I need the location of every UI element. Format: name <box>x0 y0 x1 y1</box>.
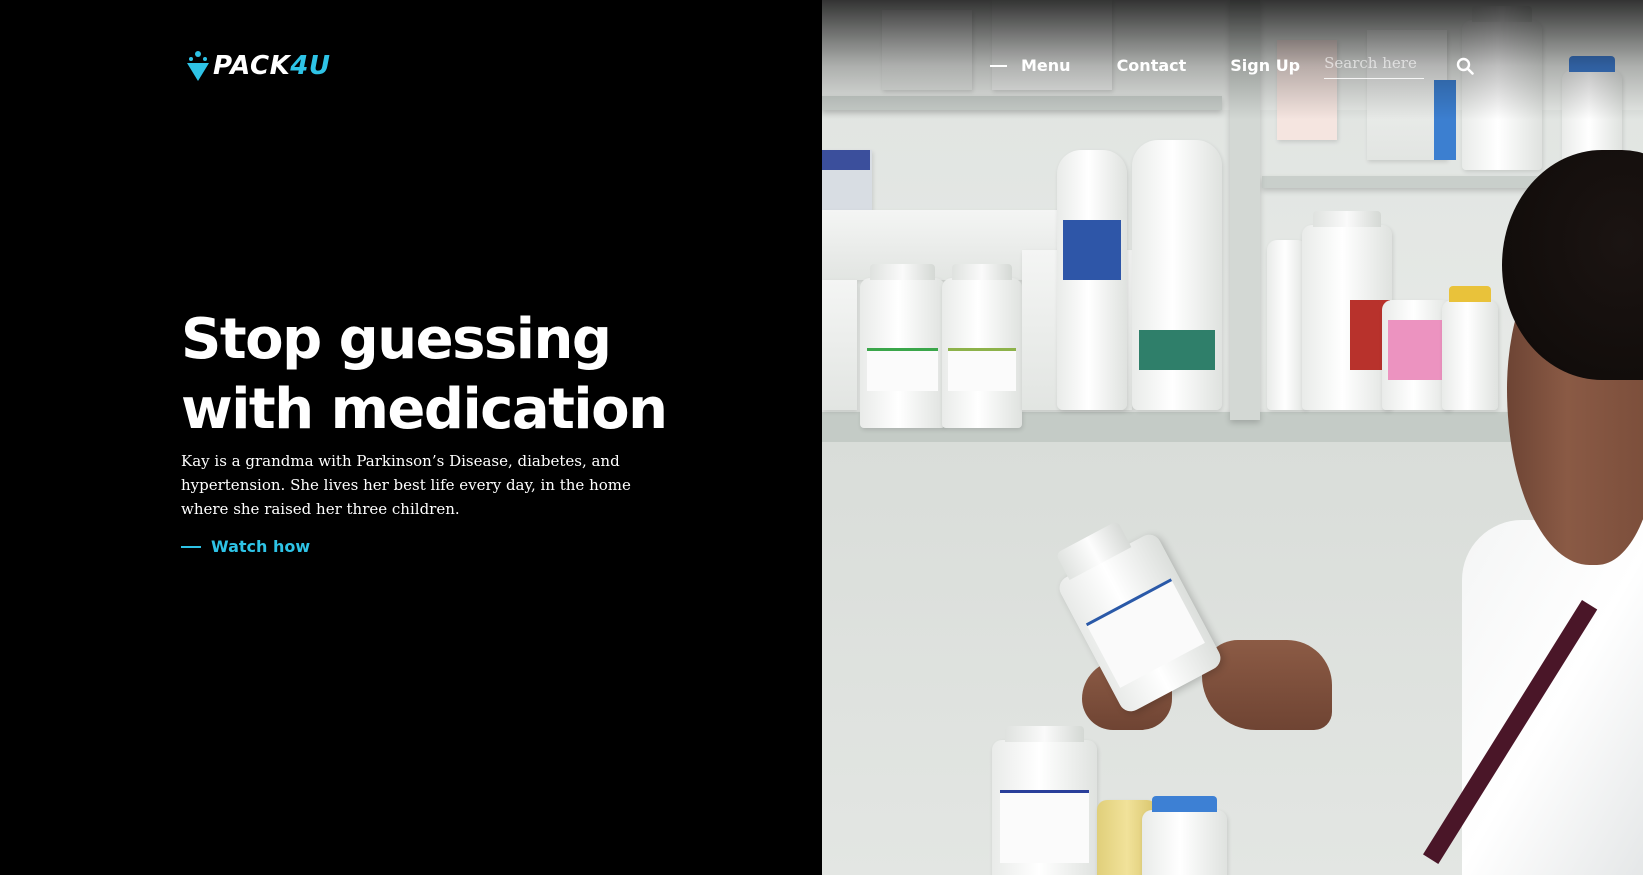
pharmacist-coat <box>1462 520 1643 875</box>
bottle <box>1267 240 1307 410</box>
bottle <box>860 264 945 428</box>
hero-photo <box>822 0 1643 875</box>
hero-section: Stop guessing with medication Kay is a g… <box>181 305 701 556</box>
search-icon[interactable] <box>1456 57 1474 75</box>
bottle <box>1142 796 1227 875</box>
bottle <box>942 264 1022 428</box>
search-input[interactable] <box>1324 52 1425 79</box>
bottle <box>1057 150 1127 410</box>
product-box <box>822 280 857 410</box>
logo[interactable]: PACK4U <box>185 49 330 83</box>
hero-title-line2: with medication <box>181 377 668 442</box>
watch-how-link[interactable]: Watch how <box>181 537 310 556</box>
logo-text-accent: 4U <box>290 51 331 81</box>
hero-description: Kay is a grandma with Parkinson’s Diseas… <box>181 452 631 518</box>
main-nav: Menu Contact Sign Up <box>990 52 1474 79</box>
bottle <box>1442 286 1498 410</box>
hand <box>1202 640 1332 730</box>
signup-link[interactable]: Sign Up <box>1230 56 1300 75</box>
watch-how-label: Watch how <box>211 537 311 556</box>
watch-dash-icon <box>181 545 201 548</box>
logo-text-main: PACK <box>213 51 291 81</box>
page: PACK4U Menu Contact Sign Up Stop guessin… <box>0 0 1643 875</box>
menu-dash-icon <box>990 64 1007 67</box>
product-accent <box>822 150 870 170</box>
logo-text: PACK4U <box>213 51 330 81</box>
contact-link[interactable]: Contact <box>1117 56 1187 75</box>
search-box <box>1324 52 1474 79</box>
bottle <box>1132 140 1222 410</box>
hero-title: Stop guessing with medication <box>181 305 701 445</box>
logo-pin-icon <box>187 51 209 81</box>
hero-title-line1: Stop guessing <box>181 307 612 372</box>
menu-label: Menu <box>1021 56 1071 75</box>
menu-button[interactable]: Menu <box>990 56 1071 75</box>
bottle <box>992 726 1097 875</box>
